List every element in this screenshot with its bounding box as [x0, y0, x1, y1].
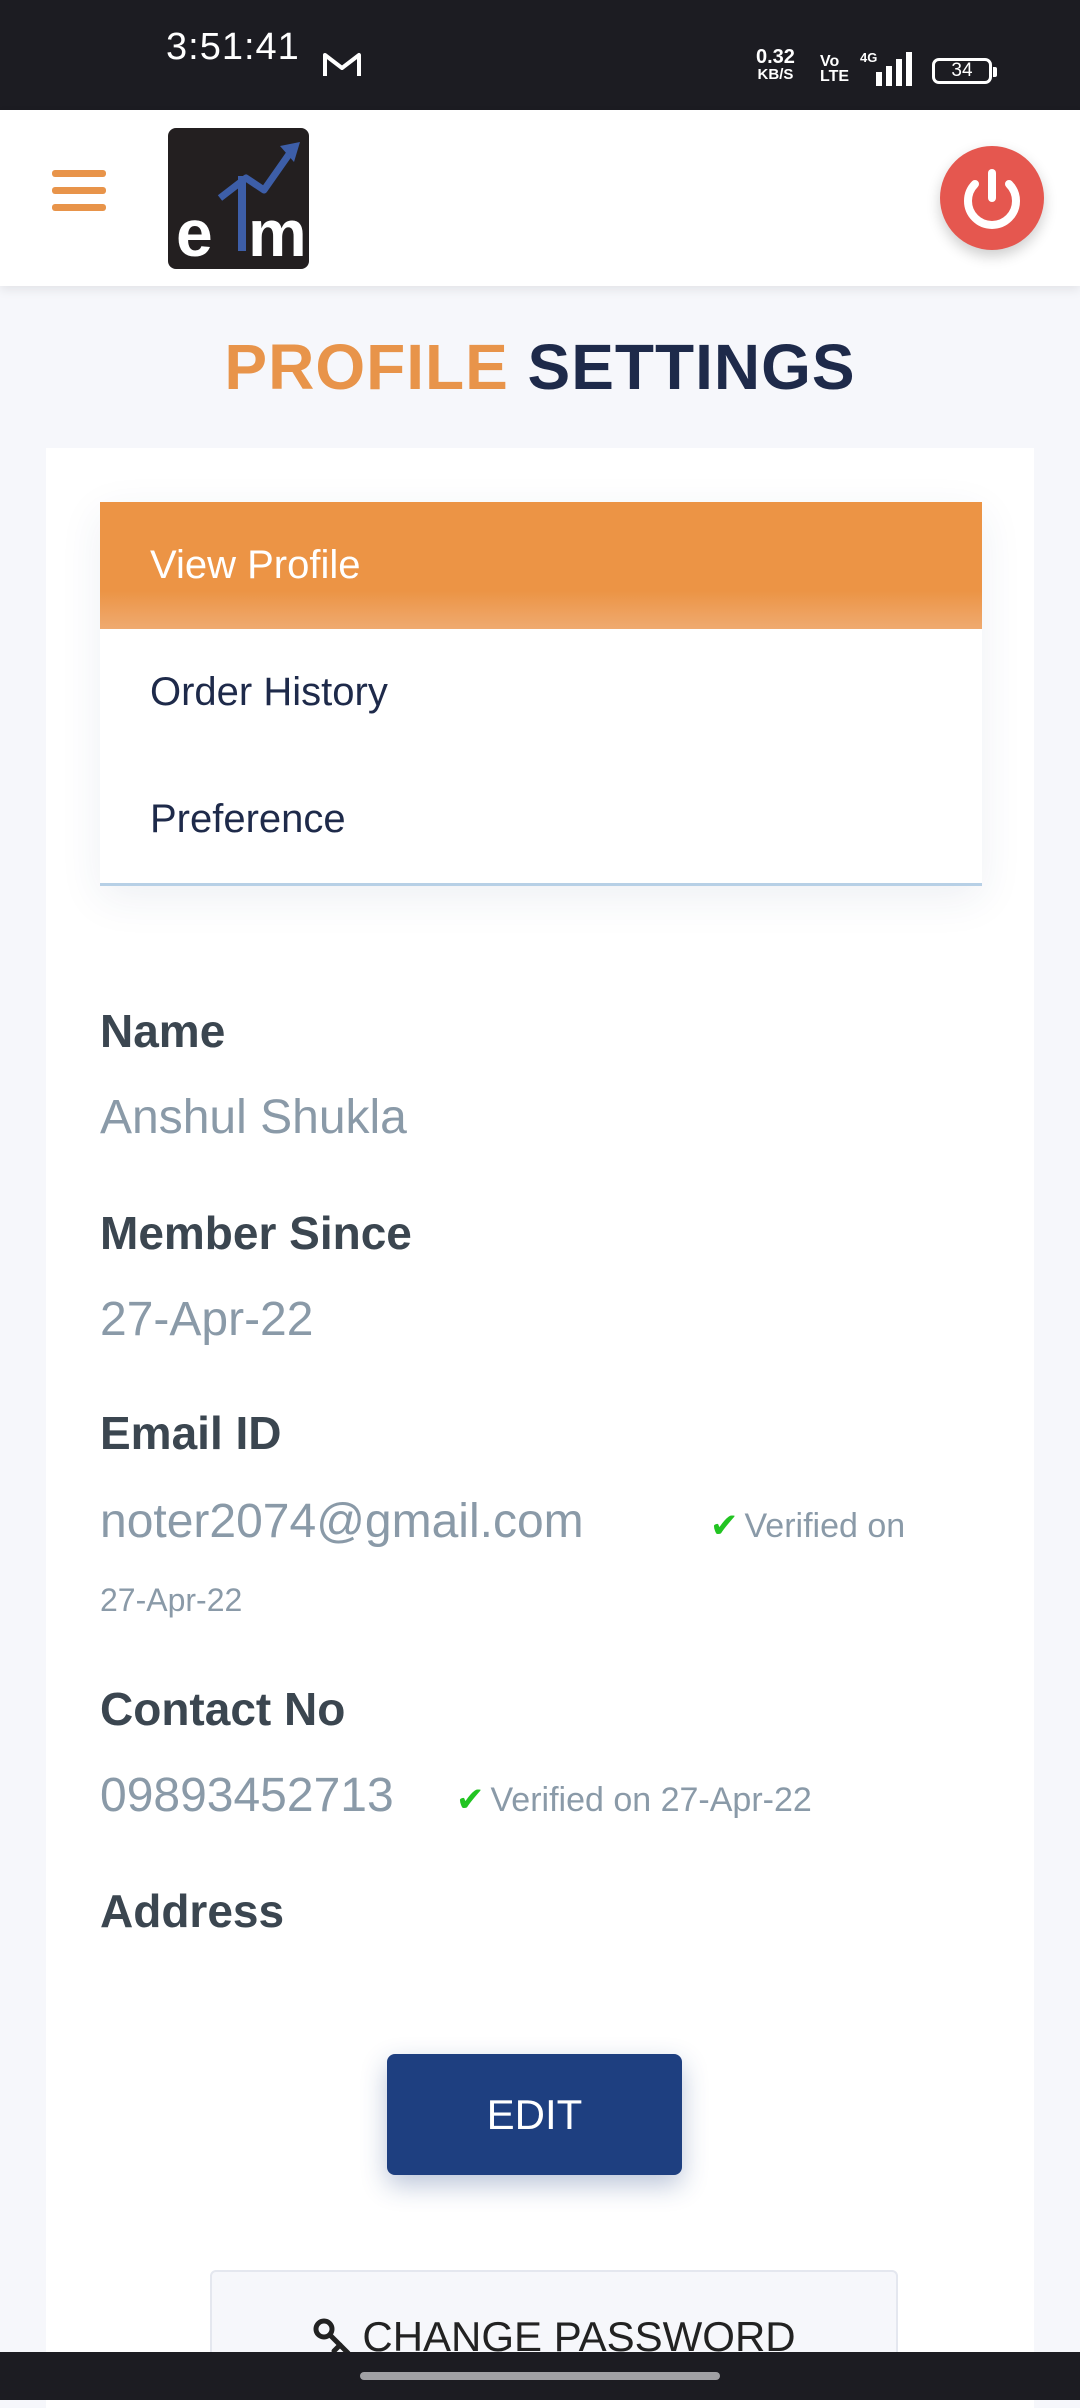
status-time: 3:51:41: [166, 26, 300, 68]
contact-value: 09893452713: [100, 1769, 394, 1822]
email-verified-badge: ✔ Verified on: [710, 1507, 906, 1545]
address-label: Address: [100, 1885, 285, 1937]
name-label: Name: [100, 1005, 226, 1057]
email-label: Email ID: [100, 1407, 282, 1459]
contact-label: Contact No: [100, 1683, 346, 1735]
tab-order-history[interactable]: Order History: [100, 629, 982, 756]
status-bar: 3:51:41 0.32 KB/S Vo LTE 4G 34: [0, 0, 1080, 110]
check-icon: ✔: [456, 1781, 485, 1819]
name-value: Anshul Shukla: [100, 1091, 407, 1144]
edit-button[interactable]: EDIT: [387, 2054, 682, 2175]
home-gesture-bar[interactable]: [360, 2372, 720, 2380]
email-verified-date: 27-Apr-22: [100, 1582, 243, 1618]
email-value: noter2074@gmail.com: [100, 1495, 584, 1548]
app-header: e m: [0, 110, 1080, 286]
svg-text:e: e: [176, 196, 213, 269]
hamburger-icon[interactable]: [52, 170, 106, 218]
svg-text:4G: 4G: [860, 50, 877, 65]
signal-icon: 4G: [860, 50, 912, 86]
contact-verified-badge: ✔ Verified on 27-Apr-22: [456, 1781, 812, 1819]
power-icon: [964, 169, 1020, 229]
network-speed: 0.32 KB/S: [756, 46, 795, 83]
battery-indicator: 34: [932, 58, 997, 84]
system-nav-bar: [0, 2352, 1080, 2400]
profile-tabs: View Profile Order History Preference: [100, 502, 982, 886]
volte-indicator: Vo LTE: [820, 53, 850, 85]
svg-text:m: m: [248, 196, 307, 269]
tab-view-profile[interactable]: View Profile: [100, 502, 982, 629]
elm-logo[interactable]: e m: [168, 128, 309, 269]
key-icon: [313, 2318, 351, 2356]
check-icon: ✔: [710, 1507, 739, 1545]
tab-preference[interactable]: Preference: [100, 756, 982, 883]
member-since-label: Member Since: [100, 1207, 412, 1259]
member-since-value: 27-Apr-22: [100, 1293, 314, 1346]
gmail-icon: [323, 53, 361, 76]
page-title: PROFILE SETTINGS: [224, 331, 856, 403]
power-button[interactable]: [940, 146, 1044, 250]
logo-graphic: e m: [176, 142, 307, 269]
